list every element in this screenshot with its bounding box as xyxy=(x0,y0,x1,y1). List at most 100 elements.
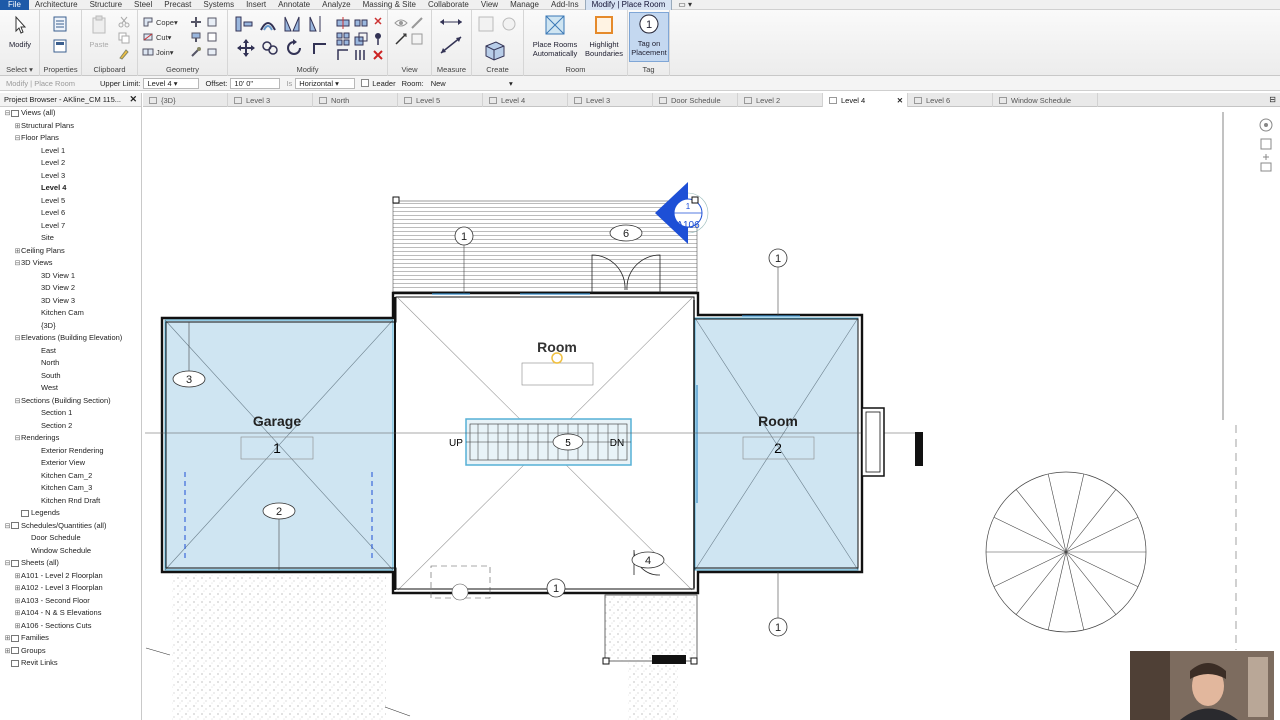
browser-item[interactable]: ⊟Elevations (Building Elevation) xyxy=(0,332,141,345)
leader-checkbox[interactable] xyxy=(361,79,370,87)
browser-item[interactable]: Section 1 xyxy=(0,407,141,420)
paste-button[interactable]: Paste xyxy=(86,14,112,49)
browser-item[interactable]: Kitchen Cam xyxy=(0,307,141,320)
browser-item[interactable]: South xyxy=(0,370,141,383)
close-tab-icon[interactable]: ✕ xyxy=(897,96,903,105)
linework-icon[interactable] xyxy=(394,32,408,46)
leader-group[interactable]: Leader xyxy=(361,79,396,88)
copy-icon[interactable] xyxy=(118,32,130,44)
browser-item[interactable]: Door Schedule xyxy=(0,532,141,545)
drawing-canvas[interactable]: UP DN 5 Garage 1 Room Room 2 1 6 1 3 2 4… xyxy=(143,107,1280,720)
steering-wheel-icon[interactable] xyxy=(1258,115,1274,175)
pin-icon[interactable] xyxy=(372,32,384,46)
browser-item[interactable]: Level 1 xyxy=(0,145,141,158)
browser-item[interactable]: Level 2 xyxy=(0,157,141,170)
browser-item[interactable]: ⊟ Sheets (all) xyxy=(0,557,141,570)
browser-item[interactable]: {3D} xyxy=(0,320,141,333)
close-icon[interactable]: ✕ xyxy=(129,94,137,105)
browser-item[interactable]: Exterior View xyxy=(0,457,141,470)
split-gap-icon[interactable] xyxy=(354,16,368,30)
split-face-icon[interactable] xyxy=(206,16,218,28)
view-tab[interactable]: Level 5 xyxy=(398,93,483,107)
browser-item[interactable]: Kitchen Cam_3 xyxy=(0,482,141,495)
browser-item[interactable]: ⊞A102 - Level 3 Floorplan xyxy=(0,582,141,595)
measure-between-icon[interactable] xyxy=(438,16,464,28)
browser-item[interactable]: ⊞ Groups xyxy=(0,645,141,658)
browser-item[interactable]: 3D View 2 xyxy=(0,282,141,295)
tag-on-placement-button[interactable]: 1 Tag on Placement xyxy=(629,12,669,62)
view-tab[interactable]: Level 2 xyxy=(738,93,823,107)
ribbon-toggle-icon[interactable]: ▭ ▾ xyxy=(672,0,698,10)
hide-element-icon[interactable] xyxy=(394,16,408,30)
browser-item[interactable]: Level 5 xyxy=(0,195,141,208)
browser-item[interactable]: Window Schedule xyxy=(0,545,141,558)
browser-item[interactable]: Level 7 xyxy=(0,220,141,233)
place-rooms-automatically-button[interactable]: Place Rooms Automatically xyxy=(528,14,582,58)
properties-icon[interactable] xyxy=(52,16,68,32)
grip-handle[interactable] xyxy=(690,657,698,665)
trim-multiple-icon[interactable] xyxy=(354,48,368,62)
join-button[interactable]: Join ▾ xyxy=(142,46,174,58)
browser-item[interactable]: ⊞A104 - N & S Elevations xyxy=(0,607,141,620)
cope-button[interactable]: Cope ▾ xyxy=(142,16,178,28)
copy-element-icon[interactable] xyxy=(260,38,280,58)
browser-item[interactable]: East xyxy=(0,345,141,358)
browser-item[interactable]: West xyxy=(0,382,141,395)
mirror-draw-icon[interactable] xyxy=(306,14,326,34)
cut-button[interactable]: Cut ▾ xyxy=(142,31,171,43)
menu-manage[interactable]: Manage xyxy=(504,0,545,10)
unpin-icon[interactable] xyxy=(372,16,384,30)
view-tab[interactable]: Door Schedule xyxy=(653,93,738,107)
browser-item[interactable]: Exterior Rendering xyxy=(0,445,141,458)
menu-steel[interactable]: Steel xyxy=(128,0,158,10)
browser-item[interactable]: ⊟3D Views xyxy=(0,257,141,270)
paint-icon[interactable] xyxy=(190,31,202,43)
demolish-icon[interactable] xyxy=(190,46,202,58)
highlight-boundaries-button[interactable]: Highlight Boundaries xyxy=(584,14,624,58)
browser-item[interactable]: ⊟ Schedules/Quantities (all) xyxy=(0,520,141,533)
mirror-axis-icon[interactable] xyxy=(282,14,302,34)
browser-item[interactable]: ⊞ Families xyxy=(0,632,141,645)
modify-button[interactable]: Modify xyxy=(4,14,36,49)
grip-handle[interactable] xyxy=(392,196,400,204)
menu-architecture[interactable]: Architecture xyxy=(29,0,84,10)
menu-file[interactable]: File xyxy=(0,0,29,10)
override-graphics-icon[interactable] xyxy=(410,16,424,30)
menu-insert[interactable]: Insert xyxy=(240,0,272,10)
menu-precast[interactable]: Precast xyxy=(158,0,197,10)
split-icon[interactable] xyxy=(336,16,350,30)
view-tab[interactable]: Level 3 xyxy=(568,93,653,107)
menu-structure[interactable]: Structure xyxy=(84,0,128,10)
browser-item[interactable]: North xyxy=(0,357,141,370)
panel-label-select[interactable]: Select ▾ xyxy=(0,65,39,74)
browser-item[interactable]: Revit Links xyxy=(0,657,141,670)
browser-item[interactable]: ⊞Ceiling Plans xyxy=(0,245,141,258)
browser-item[interactable]: Level 6 xyxy=(0,207,141,220)
view-tab[interactable]: Level 4 xyxy=(483,93,568,107)
browser-item[interactable]: ⊟Floor Plans xyxy=(0,132,141,145)
type-properties-icon[interactable] xyxy=(52,38,68,54)
trim-extend-icon[interactable] xyxy=(310,38,330,58)
view-tab[interactable]: North xyxy=(313,93,398,107)
match-type-icon[interactable] xyxy=(118,48,130,60)
menu-systems[interactable]: Systems xyxy=(197,0,240,10)
browser-item[interactable]: Level 3 xyxy=(0,170,141,183)
grip-handle[interactable] xyxy=(602,657,610,665)
view-range-icon[interactable] xyxy=(410,32,424,46)
browser-item[interactable]: Section 2 xyxy=(0,420,141,433)
browser-item[interactable]: ⊞A106 - Sections Cuts xyxy=(0,620,141,633)
view-tab[interactable]: Level 4 ✕ xyxy=(823,93,908,107)
upper-limit-select[interactable]: Level 4 ▾ xyxy=(143,77,200,89)
tabs-menu-icon[interactable]: ⊟ xyxy=(1265,93,1280,106)
browser-item[interactable]: ⊟Sections (Building Section) xyxy=(0,395,141,408)
create-parts-icon[interactable] xyxy=(499,14,519,34)
menu-view[interactable]: View xyxy=(475,0,504,10)
create-group-icon[interactable] xyxy=(482,38,508,62)
align-icon[interactable] xyxy=(234,14,254,34)
scale-icon[interactable] xyxy=(354,32,368,46)
browser-item[interactable]: Site xyxy=(0,232,141,245)
offset-icon[interactable] xyxy=(258,14,278,34)
browser-item[interactable]: Kitchen Cam_2 xyxy=(0,470,141,483)
view-tab[interactable]: Level 6 xyxy=(908,93,993,107)
grip-handle[interactable] xyxy=(691,196,699,204)
